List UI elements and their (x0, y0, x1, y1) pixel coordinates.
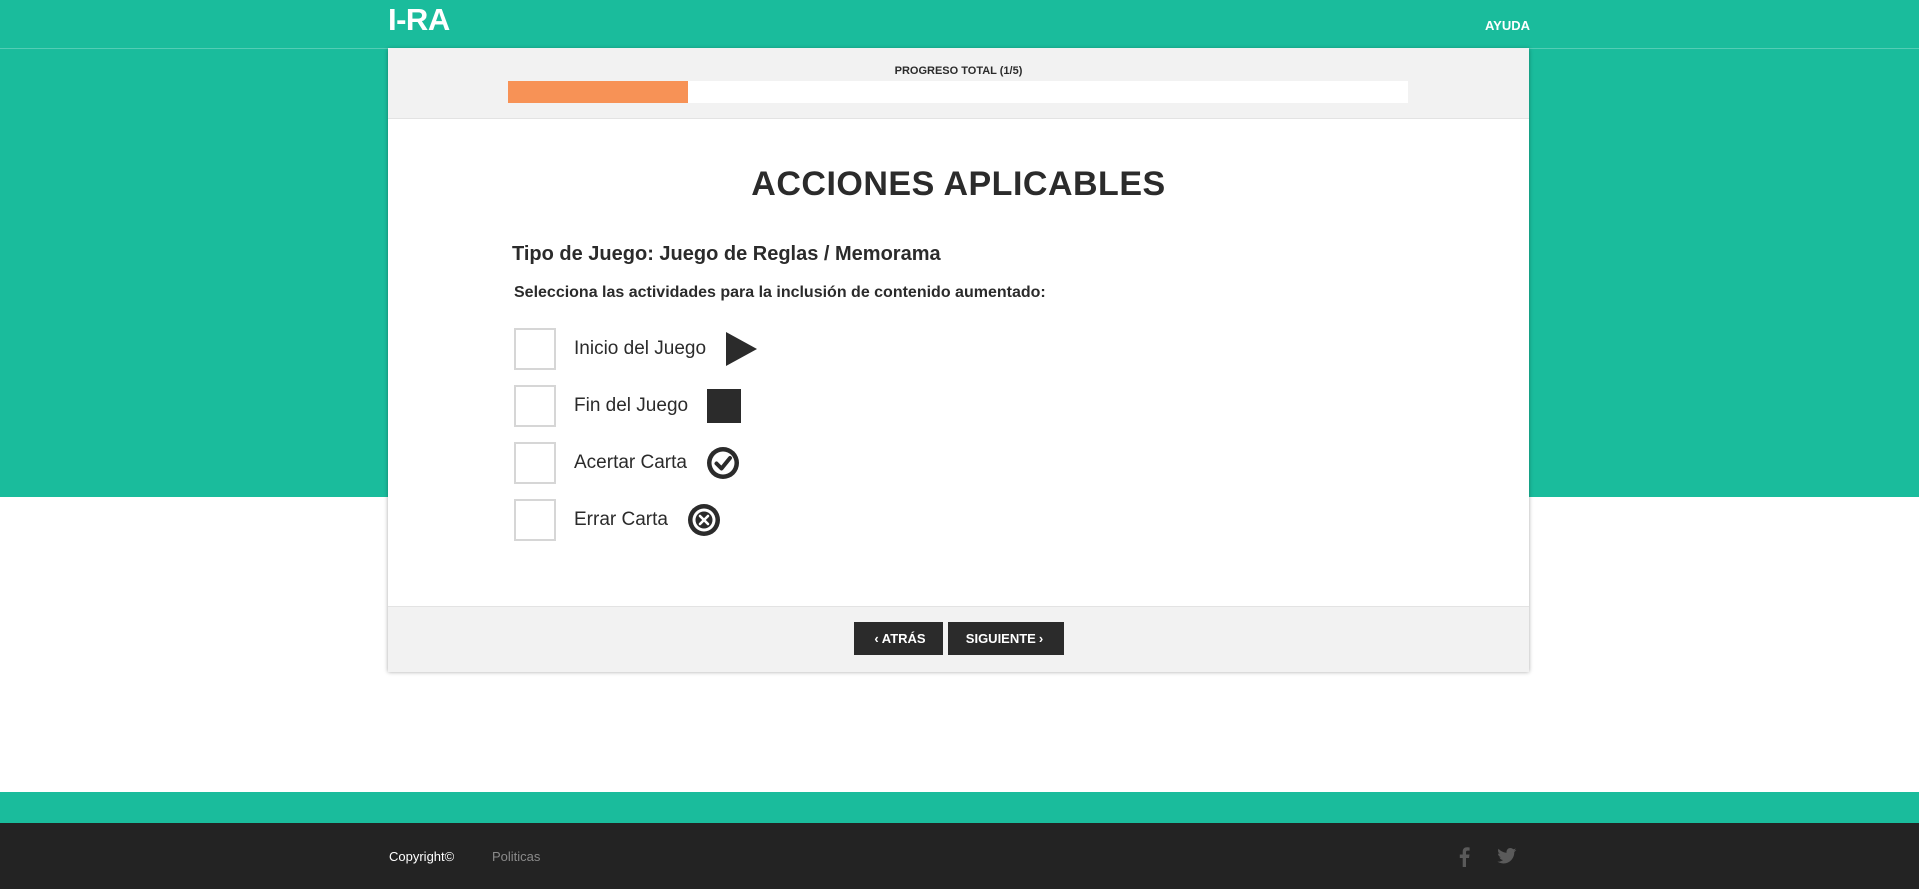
play-icon (724, 331, 758, 367)
brand-logo[interactable]: I-RA (388, 2, 450, 38)
wizard-card: PROGRESO TOTAL (1/5) ACCIONES APLICABLES… (388, 48, 1529, 672)
progress-label: PROGRESO TOTAL (1/5) (894, 65, 1023, 77)
checkbox-card-wrong[interactable] (514, 499, 556, 541)
check-circle-icon (705, 445, 741, 481)
checkbox-card-correct[interactable] (514, 442, 556, 484)
next-button-label: SIGUIENTE (965, 631, 1036, 646)
option-label: Acertar Carta (574, 452, 687, 473)
wizard-actions: ‹ ATRÁS SIGUIENTE › (388, 606, 1529, 672)
stop-icon (706, 388, 742, 424)
page-footer: Copyright© Politicas (0, 823, 1919, 889)
chevron-right-icon: › (1038, 631, 1044, 646)
game-type-heading: Tipo de Juego: Juego de Reglas / Memoram… (512, 243, 941, 265)
facebook-icon[interactable] (1458, 847, 1470, 872)
x-circle-icon (686, 502, 722, 538)
option-label: Fin del Juego (574, 395, 689, 416)
next-button[interactable]: SIGUIENTE › (948, 622, 1064, 655)
copyright-text: Copyright© (389, 849, 455, 864)
option-card-correct[interactable]: Acertar Carta (514, 442, 741, 484)
twitter-icon[interactable] (1497, 848, 1517, 869)
back-button-label: ATRÁS (881, 631, 926, 646)
instruction-text: Selecciona las actividades para la inclu… (514, 284, 1046, 301)
option-label: Errar Carta (574, 509, 668, 530)
option-card-wrong[interactable]: Errar Carta (514, 499, 722, 541)
page-title: ACCIONES APLICABLES (751, 165, 1166, 203)
progress-section: PROGRESO TOTAL (1/5) (388, 48, 1529, 119)
progress-fill (508, 81, 688, 103)
option-game-end[interactable]: Fin del Juego (514, 385, 742, 427)
top-navbar: I-RA AYUDA (0, 0, 1919, 49)
option-game-start[interactable]: Inicio del Juego (514, 328, 758, 370)
help-link[interactable]: AYUDA (1485, 18, 1530, 33)
chevron-left-icon: ‹ (874, 631, 879, 646)
checkbox-game-start[interactable] (514, 328, 556, 370)
back-button[interactable]: ‹ ATRÁS (854, 622, 943, 655)
checkbox-game-end[interactable] (514, 385, 556, 427)
progress-bar (508, 81, 1408, 103)
footer-accent-band (0, 792, 1919, 823)
policies-link[interactable]: Politicas (492, 849, 540, 864)
option-label: Inicio del Juego (574, 338, 707, 359)
